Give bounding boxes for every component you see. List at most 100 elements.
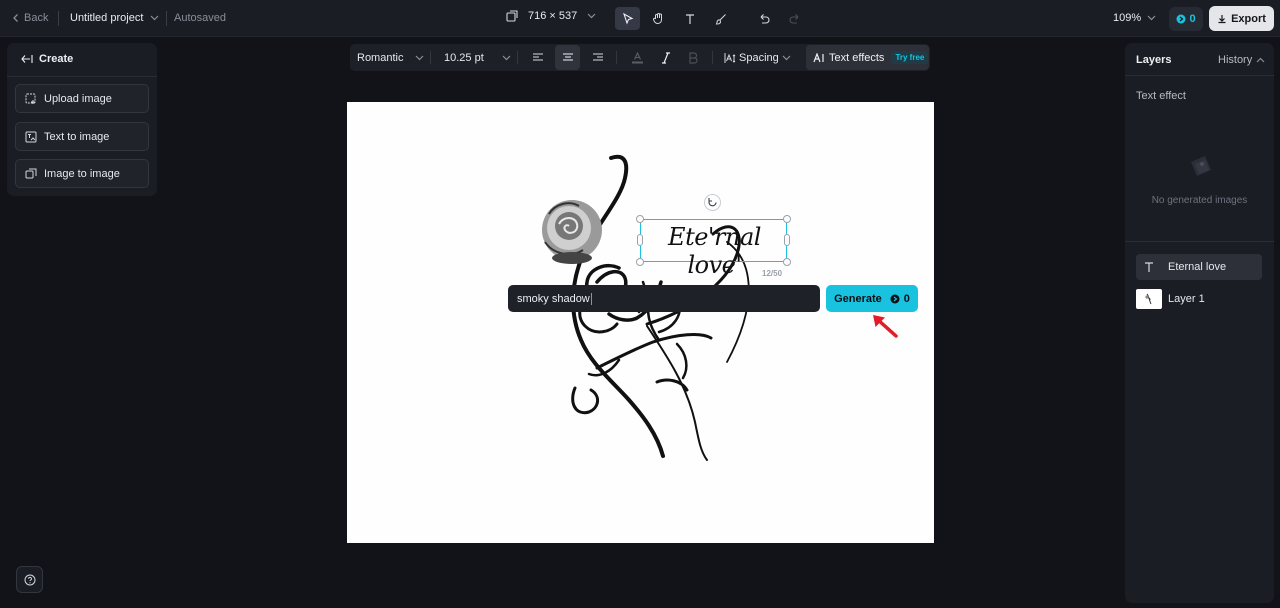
- selected-text-layer[interactable]: Ete'rnal love': [636, 215, 791, 279]
- chevron-up-icon: [1256, 57, 1265, 63]
- rose-illustration: [542, 154, 750, 461]
- align-center-button[interactable]: [562, 44, 574, 71]
- text-color-icon: [632, 51, 643, 64]
- divider: [616, 51, 617, 64]
- divider: [712, 51, 713, 64]
- redo-button[interactable]: [782, 7, 807, 30]
- generate-button[interactable]: Generate 0: [826, 285, 918, 312]
- text-color-button[interactable]: [631, 44, 644, 71]
- align-center-icon: [563, 52, 573, 61]
- rotate-handle[interactable]: [704, 194, 721, 211]
- image-to-image-label: Image to image: [44, 167, 120, 180]
- align-left-icon: [533, 52, 543, 61]
- create-panel-header[interactable]: Create: [21, 53, 73, 65]
- upload-image-icon: [25, 93, 36, 104]
- image-layer-thumbnail: [1136, 289, 1162, 309]
- divider: [58, 11, 59, 26]
- font-size-dropdown[interactable]: 10.25 pt: [444, 44, 511, 71]
- brush-tool[interactable]: [708, 7, 733, 30]
- spacing-dropdown[interactable]: Spacing: [724, 44, 791, 71]
- canvas-size: 716 × 537: [528, 10, 578, 22]
- cursor-icon: [622, 12, 633, 25]
- font-family-dropdown[interactable]: Romantic: [357, 44, 424, 71]
- chevron-down-icon: [1147, 15, 1156, 21]
- resize-handle-bottom-left[interactable]: [636, 258, 644, 266]
- bold-icon: [689, 51, 698, 64]
- annotation-arrow-icon: [873, 315, 898, 338]
- credits-count: 0: [1189, 13, 1196, 25]
- resize-handle-right[interactable]: [784, 234, 790, 246]
- back-button[interactable]: Back: [12, 12, 48, 24]
- divider: [1125, 75, 1274, 76]
- autosave-status: Autosaved: [174, 12, 226, 24]
- align-left-button[interactable]: [532, 44, 544, 71]
- text-layer-icon: [1136, 254, 1162, 280]
- collapse-left-icon: [21, 55, 33, 63]
- generate-cost: 0: [903, 292, 910, 305]
- divider: [1125, 241, 1274, 242]
- text-to-image-label: Text to image: [44, 130, 110, 143]
- credit-icon: [1176, 14, 1186, 24]
- spacing-label: Spacing: [739, 51, 779, 64]
- chevron-down-icon: [502, 55, 511, 60]
- chevron-left-icon: [13, 14, 18, 22]
- italic-button[interactable]: [661, 44, 671, 71]
- image-to-image-icon: [25, 168, 37, 178]
- project-title: Untitled project: [70, 12, 144, 24]
- tab-layers[interactable]: Layers: [1136, 54, 1171, 66]
- image-to-image-button[interactable]: Image to image: [15, 159, 149, 188]
- credits-badge[interactable]: 0: [1169, 7, 1203, 31]
- effect-prompt-input[interactable]: smoky shadow: [508, 285, 820, 312]
- credit-icon: [890, 294, 900, 303]
- character-counter: 12/50: [762, 269, 783, 278]
- tab-history[interactable]: History: [1218, 54, 1265, 66]
- undo-button[interactable]: [751, 7, 776, 30]
- tool-group: [615, 7, 807, 30]
- upload-image-button[interactable]: Upload image: [15, 84, 149, 113]
- text-effects-button[interactable]: Text effects Try free: [806, 45, 929, 70]
- text-effect-heading: Text effect: [1136, 90, 1186, 102]
- resize-handle-bottom-right[interactable]: [783, 258, 791, 266]
- resize-handle-top-right[interactable]: [783, 215, 791, 223]
- help-icon: [24, 574, 35, 585]
- resize-handle-left[interactable]: [637, 234, 643, 246]
- top-bar: Back Untitled project Autosaved 716 × 53…: [0, 0, 1280, 37]
- undo-icon: [760, 14, 769, 24]
- help-button[interactable]: [16, 566, 43, 593]
- layer-item-layer-1[interactable]: Layer 1: [1136, 286, 1262, 312]
- font-size-value: 10.25 pt: [444, 51, 484, 64]
- upload-image-label: Upload image: [44, 92, 112, 105]
- hand-tool[interactable]: [646, 7, 671, 30]
- effect-prompt-value: smoky shadow: [517, 292, 590, 305]
- select-tool[interactable]: [615, 7, 640, 30]
- text-toolbar: Romantic 10.25 pt Spacing Text effects T…: [350, 44, 930, 71]
- chevron-down-icon: [587, 13, 596, 19]
- canvas-size-dropdown[interactable]: 716 × 537: [506, 10, 596, 22]
- export-button[interactable]: Export: [1209, 6, 1274, 31]
- layer-label: Eternal love: [1168, 261, 1227, 273]
- empty-state-text: No generated images: [1151, 195, 1248, 206]
- redo-icon: [789, 14, 798, 24]
- try-free-badge: Try free: [891, 51, 929, 64]
- generate-label: Generate: [834, 292, 882, 305]
- zoom-dropdown[interactable]: 109%: [1113, 12, 1156, 24]
- layer-item-eternal-love[interactable]: Eternal love: [1136, 254, 1262, 280]
- divider: [7, 76, 157, 77]
- align-right-button[interactable]: [592, 44, 604, 71]
- resize-handle-top-left[interactable]: [636, 215, 644, 223]
- text-tool[interactable]: [677, 7, 702, 30]
- bold-button[interactable]: [688, 44, 698, 71]
- chevron-down-icon: [416, 55, 424, 60]
- tab-history-label: History: [1218, 54, 1253, 66]
- divider: [430, 51, 431, 64]
- project-title-dropdown[interactable]: Untitled project: [70, 12, 159, 24]
- italic-icon: [662, 51, 670, 64]
- ai-icon: [813, 52, 824, 62]
- chevron-down-icon: [150, 15, 159, 21]
- design-canvas[interactable]: [347, 102, 934, 543]
- rotate-icon: [708, 198, 717, 207]
- text-to-image-button[interactable]: Text to image: [15, 122, 149, 151]
- back-label: Back: [24, 12, 49, 24]
- layers-panel: Layers History Text effect No generated …: [1125, 43, 1274, 603]
- text-icon: [685, 13, 694, 24]
